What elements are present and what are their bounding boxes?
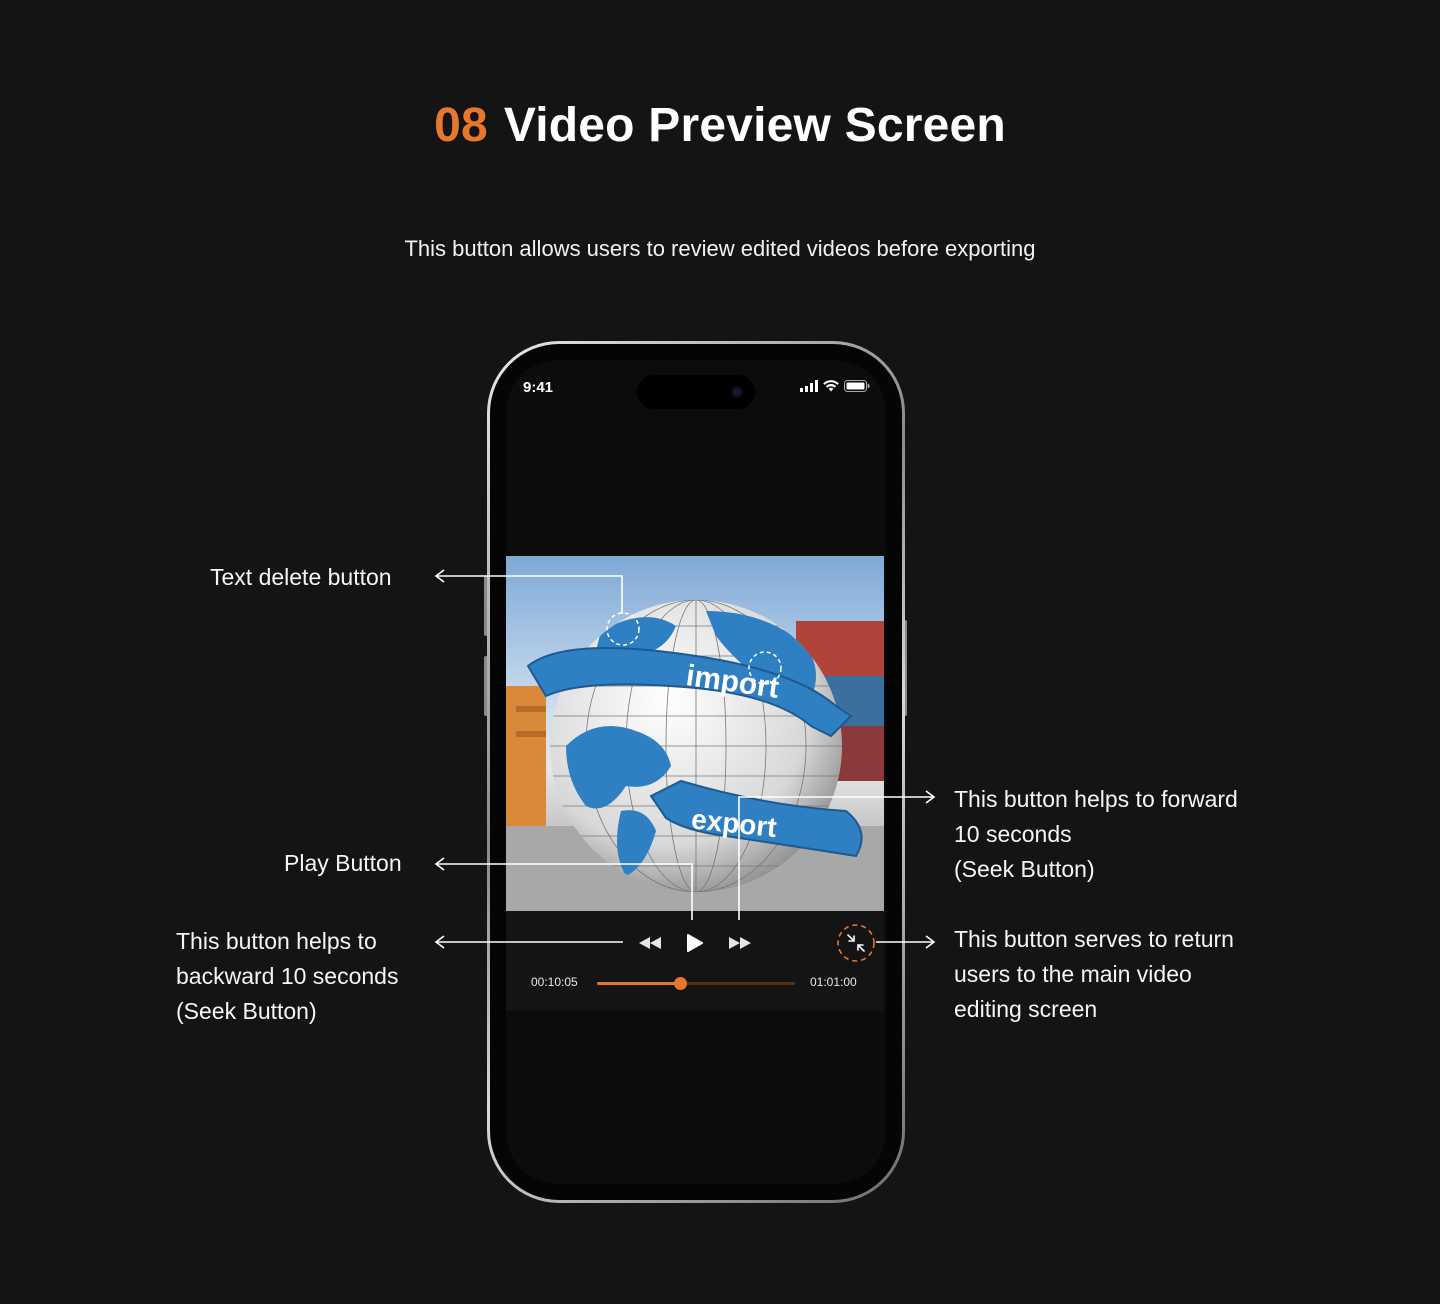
connector-play [436, 863, 693, 920]
connector-forward [738, 796, 934, 920]
annotation-connectors [434, 569, 936, 949]
connector-text-delete [436, 575, 623, 614]
